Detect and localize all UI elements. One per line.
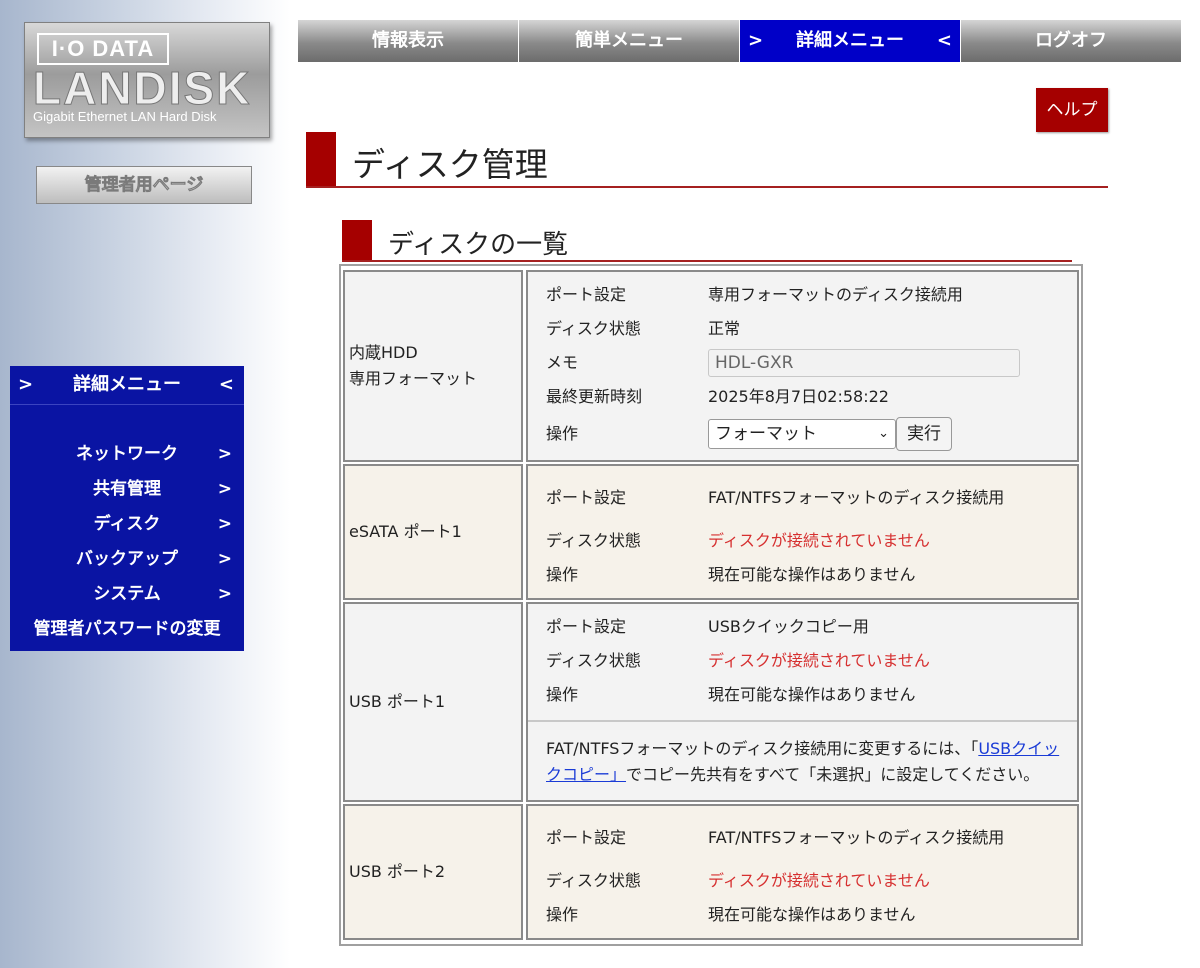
disk-name-cell: USB ポート2 — [343, 804, 523, 940]
sidebar-item-label: 共有管理 — [93, 479, 161, 499]
last-updated-value: 2025年8月7日02:58:22 — [708, 387, 889, 406]
last-updated-label: 最終更新時刻 — [546, 387, 643, 406]
operation-label: 操作 — [546, 565, 579, 584]
chevron-right-icon: > — [217, 549, 232, 569]
sidebar-item-password-change[interactable]: 管理者パスワードの変更 — [10, 612, 244, 647]
chevron-right-icon: > — [18, 374, 34, 395]
memo-input[interactable] — [708, 349, 1020, 377]
note-text-before: FAT/NTFSフォーマットのディスク接続用に変更するには、「 — [546, 739, 979, 758]
page-title-block: ディスク管理 — [306, 132, 1108, 188]
help-button[interactable]: ヘルプ — [1036, 88, 1108, 132]
chevron-right-icon: > — [217, 479, 232, 499]
tab-label: 簡単メニュー — [575, 30, 683, 51]
disk-detail-cell: ポート設定 FAT/NTFSフォーマットのディスク接続用 ディスク状態 ディスク… — [526, 464, 1079, 600]
table-row-usb-port1: USB ポート1 ポート設定 USBクイックコピー用 ディスク状態 ディスクが接… — [343, 602, 1079, 802]
sidebar-header[interactable]: > 詳細メニュー < — [10, 366, 244, 405]
port-setting-label: ポート設定 — [546, 828, 627, 847]
disk-detail-cell: ポート設定 専用フォーマットのディスク接続用 ディスク状態 正常 メモ 最終更新… — [526, 270, 1079, 462]
disk-status-label: ディスク状態 — [546, 651, 641, 670]
tab-easy-menu[interactable]: 簡単メニュー — [519, 20, 740, 62]
disk-list-table: 内蔵HDD 専用フォーマット ポート設定 専用フォーマットのディスク接続用 ディ… — [339, 264, 1083, 946]
usb-note: FAT/NTFSフォーマットのディスク接続用に変更するには、「USBクイックコピ… — [528, 720, 1077, 794]
operation-select[interactable]: フォーマット ⌄ — [708, 419, 896, 449]
chevron-down-icon: ⌄ — [878, 426, 889, 441]
title-accent-bar — [306, 132, 336, 186]
operation-label: 操作 — [546, 685, 579, 704]
chevron-left-icon: < — [218, 374, 234, 395]
execute-button[interactable]: 実行 — [896, 417, 952, 451]
disk-status-value: ディスクが接続されていません — [708, 871, 930, 890]
disk-name: eSATA ポート1 — [349, 522, 462, 541]
tab-logoff[interactable]: ログオフ — [961, 20, 1182, 62]
tab-label: 情報表示 — [372, 30, 444, 51]
page-title: ディスク管理 — [352, 145, 548, 184]
table-row-usb-port2: USB ポート2 ポート設定 FAT/NTFSフォーマットのディスク接続用 ディ… — [343, 804, 1079, 940]
port-setting-label: ポート設定 — [546, 488, 627, 507]
sidebar-item-label: ネットワーク — [76, 444, 178, 464]
disk-name: USB ポート1 — [349, 692, 446, 711]
logo-subtitle: Gigabit Ethernet LAN Hard Disk — [33, 109, 217, 124]
disk-status-label: ディスク状態 — [546, 319, 641, 338]
disk-name: USB ポート2 — [349, 862, 446, 881]
port-setting-value: FAT/NTFSフォーマットのディスク接続用 — [708, 828, 1005, 847]
sidebar-item-disk[interactable]: ディスク > — [10, 507, 244, 542]
chevron-left-icon: < — [936, 30, 952, 51]
table-row-esata-port1: eSATA ポート1 ポート設定 FAT/NTFSフォーマットのディスク接続用 … — [343, 464, 1079, 600]
disk-name-cell: USB ポート1 — [343, 602, 523, 802]
sidebar-item-label: バックアップ — [76, 549, 178, 569]
sidebar-item-network[interactable]: ネットワーク > — [10, 437, 244, 472]
disk-name-cell: 内蔵HDD 専用フォーマット — [343, 270, 523, 462]
chevron-right-icon: > — [748, 30, 764, 51]
disk-status-label: ディスク状態 — [546, 871, 641, 890]
operation-value: 現在可能な操作はありません — [708, 565, 916, 584]
disk-status-value: ディスクが接続されていません — [708, 651, 930, 670]
disk-name-cell: eSATA ポート1 — [343, 464, 523, 600]
operation-value: 現在可能な操作はありません — [708, 905, 916, 924]
tab-advanced-menu[interactable]: > 詳細メニュー < — [740, 20, 961, 62]
table-row-internal-hdd: 内蔵HDD 専用フォーマット ポート設定 専用フォーマットのディスク接続用 ディ… — [343, 270, 1079, 462]
disk-detail-cell: ポート設定 FAT/NTFSフォーマットのディスク接続用 ディスク状態 ディスク… — [526, 804, 1079, 940]
note-text-after: でコピー先共有をすべて「未選択」に設定してください。 — [626, 765, 1040, 784]
sidebar-header-label: 詳細メニュー — [73, 374, 181, 395]
port-setting-value: FAT/NTFSフォーマットのディスク接続用 — [708, 488, 1005, 507]
operation-select-value: フォーマット — [715, 424, 817, 444]
section-title-block: ディスクの一覧 — [342, 218, 1072, 262]
port-setting-value: 専用フォーマットのディスク接続用 — [708, 285, 963, 304]
disk-status-value: 正常 — [708, 319, 741, 338]
port-setting-label: ポート設定 — [546, 617, 627, 636]
sidebar-menu: > 詳細メニュー < ネットワーク > 共有管理 > ディスク > バックアップ… — [10, 366, 244, 651]
section-title: ディスクの一覧 — [388, 230, 569, 260]
chevron-right-icon: > — [217, 584, 232, 604]
port-setting-label: ポート設定 — [546, 285, 627, 304]
admin-page-label: 管理者用ページ — [36, 166, 252, 204]
sidebar-item-system[interactable]: システム > — [10, 577, 244, 612]
section-accent-bar — [342, 220, 372, 260]
disk-status-value: ディスクが接続されていません — [708, 531, 930, 550]
logo-product: LANDISK — [32, 62, 252, 115]
sidebar-item-label: 管理者パスワードの変更 — [33, 619, 221, 639]
operation-value: 現在可能な操作はありません — [708, 685, 916, 704]
sidebar-item-label: ディスク — [93, 514, 161, 534]
disk-format: 専用フォーマット — [349, 369, 478, 388]
sidebar-item-backup[interactable]: バックアップ > — [10, 542, 244, 577]
landisk-logo: I·O DATA LANDISK Gigabit Ethernet LAN Ha… — [24, 22, 270, 138]
tab-label: ログオフ — [1035, 30, 1107, 51]
operation-label: 操作 — [546, 424, 579, 443]
sidebar-item-label: システム — [93, 584, 161, 604]
disk-detail-cell: ポート設定 USBクイックコピー用 ディスク状態 ディスクが接続されていません … — [526, 602, 1079, 802]
chevron-right-icon: > — [217, 514, 232, 534]
disk-status-label: ディスク状態 — [546, 531, 641, 550]
port-setting-value: USBクイックコピー用 — [708, 617, 869, 636]
top-navigation: 情報表示 簡単メニュー > 詳細メニュー < ログオフ — [298, 20, 1182, 62]
tab-label: 詳細メニュー — [796, 30, 904, 51]
memo-label: メモ — [546, 353, 579, 372]
chevron-right-icon: > — [217, 444, 232, 464]
sidebar-item-share[interactable]: 共有管理 > — [10, 472, 244, 507]
disk-name: 内蔵HDD — [349, 343, 418, 362]
operation-label: 操作 — [546, 905, 579, 924]
tab-info[interactable]: 情報表示 — [298, 20, 519, 62]
